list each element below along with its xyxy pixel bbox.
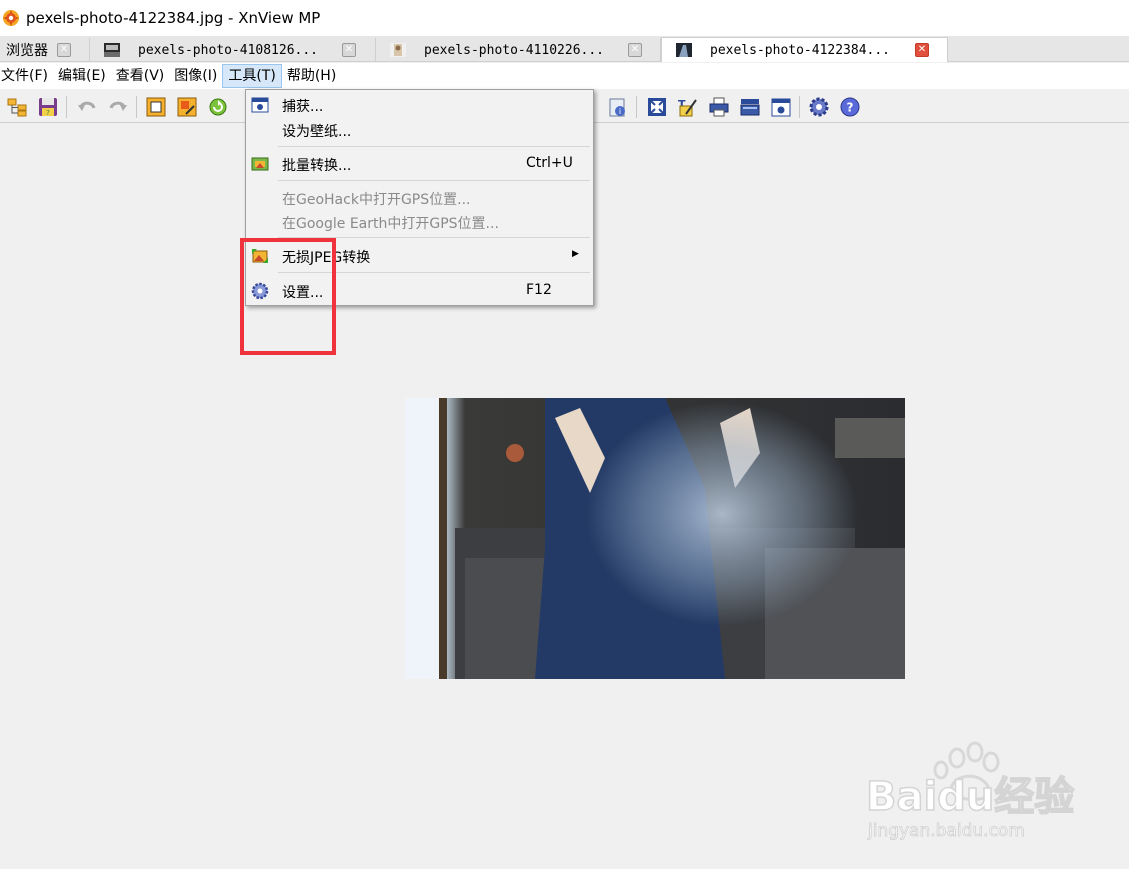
tab-label: 浏览器: [6, 43, 48, 59]
batch-convert-icon: [251, 157, 269, 171]
close-icon[interactable]: ✕: [915, 43, 929, 57]
annotation-highlight-box: [240, 238, 336, 355]
menu-item-capture[interactable]: 捕获...: [246, 93, 593, 117]
displayed-photo[interactable]: [405, 398, 905, 679]
image-thumbnail-icon: [104, 43, 120, 57]
capture-icon[interactable]: [770, 96, 792, 118]
image-thumbnail-icon: [390, 43, 406, 57]
menu-tools[interactable]: 工具(T): [222, 64, 282, 88]
menu-edit[interactable]: 编辑(E): [53, 64, 111, 88]
tab-strip: 浏览器 ✕ pexels-photo-4108126... ✕ pexels-p…: [0, 36, 1129, 62]
menu-separator: [278, 146, 590, 147]
close-icon[interactable]: ✕: [57, 43, 71, 57]
menu-item-label: 捕获...: [282, 99, 324, 115]
toolbar-separator: [636, 96, 637, 118]
menu-file[interactable]: 文件(F): [0, 64, 53, 88]
watermark-brand: Baidu经验: [866, 774, 1074, 820]
menu-item-label: 设为壁纸...: [282, 124, 352, 140]
edit-icon[interactable]: T: [676, 96, 698, 118]
fit-window-icon[interactable]: [646, 96, 668, 118]
capture-icon: [251, 97, 269, 113]
tab-label: pexels-photo-4108126...: [138, 42, 319, 58]
tab-label: pexels-photo-4122384...: [710, 42, 891, 58]
tab-photo-4110226[interactable]: pexels-photo-4110226... ✕: [376, 38, 661, 62]
settings-icon[interactable]: [808, 96, 830, 118]
toolbar-separator: [136, 96, 137, 118]
tab-browser[interactable]: 浏览器 ✕: [0, 38, 90, 62]
toolbar-separator: [799, 96, 800, 118]
xnview-logo-icon: [2, 9, 20, 27]
save-icon[interactable]: ?: [37, 96, 59, 118]
menu-item-batch-convert[interactable]: 批量转换... Ctrl+U: [246, 152, 593, 176]
menu-item-geohack-gps: 在GeoHack中打开GPS位置...: [246, 186, 593, 210]
watermark-url: jingyan.baidu.com: [867, 821, 1025, 841]
menu-item-google-earth-gps: 在Google Earth中打开GPS位置...: [246, 210, 593, 234]
print-icon[interactable]: [708, 96, 730, 118]
menu-help[interactable]: 帮助(H): [282, 64, 341, 88]
info-icon[interactable]: i: [606, 96, 628, 118]
undo-icon[interactable]: [76, 96, 98, 118]
rotate-icon[interactable]: [207, 96, 229, 118]
svg-text:?: ?: [46, 109, 50, 117]
toolbar-separator: [66, 96, 67, 118]
menu-item-shortcut: Ctrl+U: [526, 155, 573, 171]
close-icon[interactable]: ✕: [342, 43, 356, 57]
folder-tree-icon[interactable]: [6, 96, 28, 118]
svg-text:i: i: [619, 107, 621, 116]
tab-photo-4122384[interactable]: pexels-photo-4122384... ✕: [661, 37, 948, 62]
menu-separator: [278, 180, 590, 181]
window-title: pexels-photo-4122384.jpg - XnView MP: [26, 9, 321, 27]
menu-item-set-wallpaper[interactable]: 设为壁纸...: [246, 118, 593, 142]
menu-item-label: 在Google Earth中打开GPS位置...: [282, 216, 499, 232]
close-icon[interactable]: ✕: [628, 43, 642, 57]
title-bar: pexels-photo-4122384.jpg - XnView MP: [0, 0, 1129, 36]
tab-photo-4108126[interactable]: pexels-photo-4108126... ✕: [90, 38, 376, 62]
menu-item-shortcut: F12: [526, 282, 552, 298]
scanner-icon[interactable]: [739, 96, 761, 118]
redo-icon[interactable]: [107, 96, 129, 118]
submenu-arrow-icon: ▶: [572, 249, 579, 259]
menu-view[interactable]: 查看(V): [111, 64, 170, 88]
svg-text:?: ?: [847, 101, 854, 115]
menu-item-label: 批量转换...: [282, 158, 352, 174]
tab-label: pexels-photo-4110226...: [424, 42, 605, 58]
menu-bar: 文件(F) 编辑(E) 查看(V) 图像(I) 工具(T) 帮助(H): [0, 63, 1129, 89]
resize-icon[interactable]: [176, 96, 198, 118]
baidu-jingyan-watermark: Baidu经验 jingyan.baidu.com: [862, 740, 1082, 850]
image-thumbnail-icon: [676, 43, 692, 57]
menu-item-label: 在GeoHack中打开GPS位置...: [282, 192, 471, 208]
help-icon[interactable]: ?: [839, 96, 861, 118]
menu-image[interactable]: 图像(I): [169, 64, 222, 88]
crop-icon[interactable]: [145, 96, 167, 118]
